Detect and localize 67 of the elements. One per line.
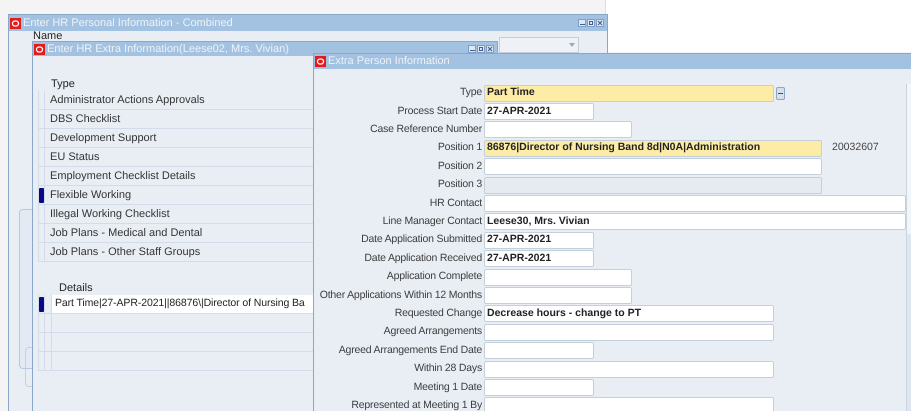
- maximize-button[interactable]: [477, 45, 485, 53]
- field-label: Line Manager Contact: [382, 214, 484, 230]
- window-title: Enter HR Extra Information(Leese02, Mrs. Vivian): [47, 42, 289, 57]
- text-field[interactable]: [484, 378, 594, 396]
- text-field[interactable]: Part Time: [484, 84, 774, 102]
- list-item[interactable]: Flexible Working: [45, 186, 314, 204]
- field-label: Application Complete: [386, 269, 483, 284]
- scrollbar[interactable]: [906, 84, 911, 411]
- text-field[interactable]: 86876|Director of Nursing Band 8d|N0A|Administration: [484, 140, 822, 157]
- row-selector[interactable]: [38, 186, 45, 204]
- column-heading: Type: [51, 78, 75, 91]
- list-item[interactable]: Development Support: [45, 129, 314, 147]
- field-label: Case Reference Number: [369, 122, 483, 138]
- text-field[interactable]: [484, 324, 774, 341]
- collapse-button[interactable]: [776, 86, 785, 100]
- caret-icon: [569, 43, 575, 47]
- text-field[interactable]: Decrease hours - change to PT: [484, 305, 774, 322]
- text-field[interactable]: Leese30, Mrs. Vivian: [484, 213, 906, 230]
- field-label: Date Application Submitted: [360, 232, 483, 248]
- app-logo-icon: [34, 44, 45, 54]
- field-label: Within 28 Days: [413, 361, 483, 376]
- dropdown-field[interactable]: [499, 37, 579, 53]
- text-field[interactable]: 27-APR-2021: [484, 103, 594, 120]
- field-label: Position 3: [436, 177, 483, 192]
- row-selector[interactable]: [38, 295, 45, 313]
- list-item[interactable]: Employment Checklist Details: [45, 167, 314, 185]
- column-heading: Details: [59, 282, 93, 295]
- list-item[interactable]: Job Plans - Other Staff Groups: [45, 243, 314, 261]
- table-cell[interactable]: Part Time|27-APR-2021||86876\|Director of Nursing Ba: [52, 295, 314, 313]
- field-label: Date Application Received: [363, 250, 483, 266]
- text-field[interactable]: 27-APR-2021: [484, 250, 594, 268]
- list-item[interactable]: Illegal Working Checklist: [45, 205, 314, 223]
- field-label: Requested Change: [394, 306, 483, 321]
- field-label: Position 2: [436, 158, 483, 174]
- text-field[interactable]: [484, 268, 632, 286]
- field-label: Process Start Date: [396, 104, 483, 119]
- text-field[interactable]: [484, 342, 594, 360]
- position-number: 20032607: [832, 140, 879, 156]
- field-label: Agreed Arrangements: [382, 324, 483, 340]
- minimize-button[interactable]: [578, 19, 586, 27]
- text-field[interactable]: [484, 121, 632, 138]
- text-field[interactable]: [484, 360, 774, 378]
- list-item[interactable]: EU Status: [45, 148, 314, 166]
- field-label: Represented at Meeting 1 By: [350, 398, 484, 411]
- list-item[interactable]: DBS Checklist: [45, 110, 314, 128]
- text-field[interactable]: [484, 286, 632, 304]
- field-label: Other Applications Within 12 Months: [318, 288, 483, 303]
- field-label: Type: [459, 85, 483, 100]
- text-field[interactable]: [484, 158, 822, 176]
- window-title: Extra Person Information: [328, 54, 450, 70]
- minimize-button[interactable]: [468, 45, 476, 53]
- close-button[interactable]: [486, 45, 494, 53]
- close-button[interactable]: [596, 19, 604, 27]
- list-item[interactable]: Administrator Actions Approvals: [45, 91, 314, 109]
- field-label: Position 1: [436, 140, 483, 156]
- text-field[interactable]: [484, 397, 774, 411]
- field-label: HR Contact: [428, 196, 484, 211]
- maximize-button[interactable]: [587, 19, 595, 27]
- window-title: Enter HR Personal Information - Combined: [23, 16, 233, 31]
- field-label: Meeting 1 Date: [412, 380, 483, 395]
- list-item[interactable]: Job Plans - Medical and Dental: [45, 224, 314, 242]
- app-logo-icon: [10, 18, 21, 28]
- field-label: Agreed Arrangements End Date: [338, 342, 483, 358]
- field-label: Name: [33, 31, 62, 42]
- text-field[interactable]: [484, 195, 906, 212]
- app-logo-icon: [315, 56, 326, 67]
- text-field[interactable]: 27-APR-2021: [484, 232, 594, 249]
